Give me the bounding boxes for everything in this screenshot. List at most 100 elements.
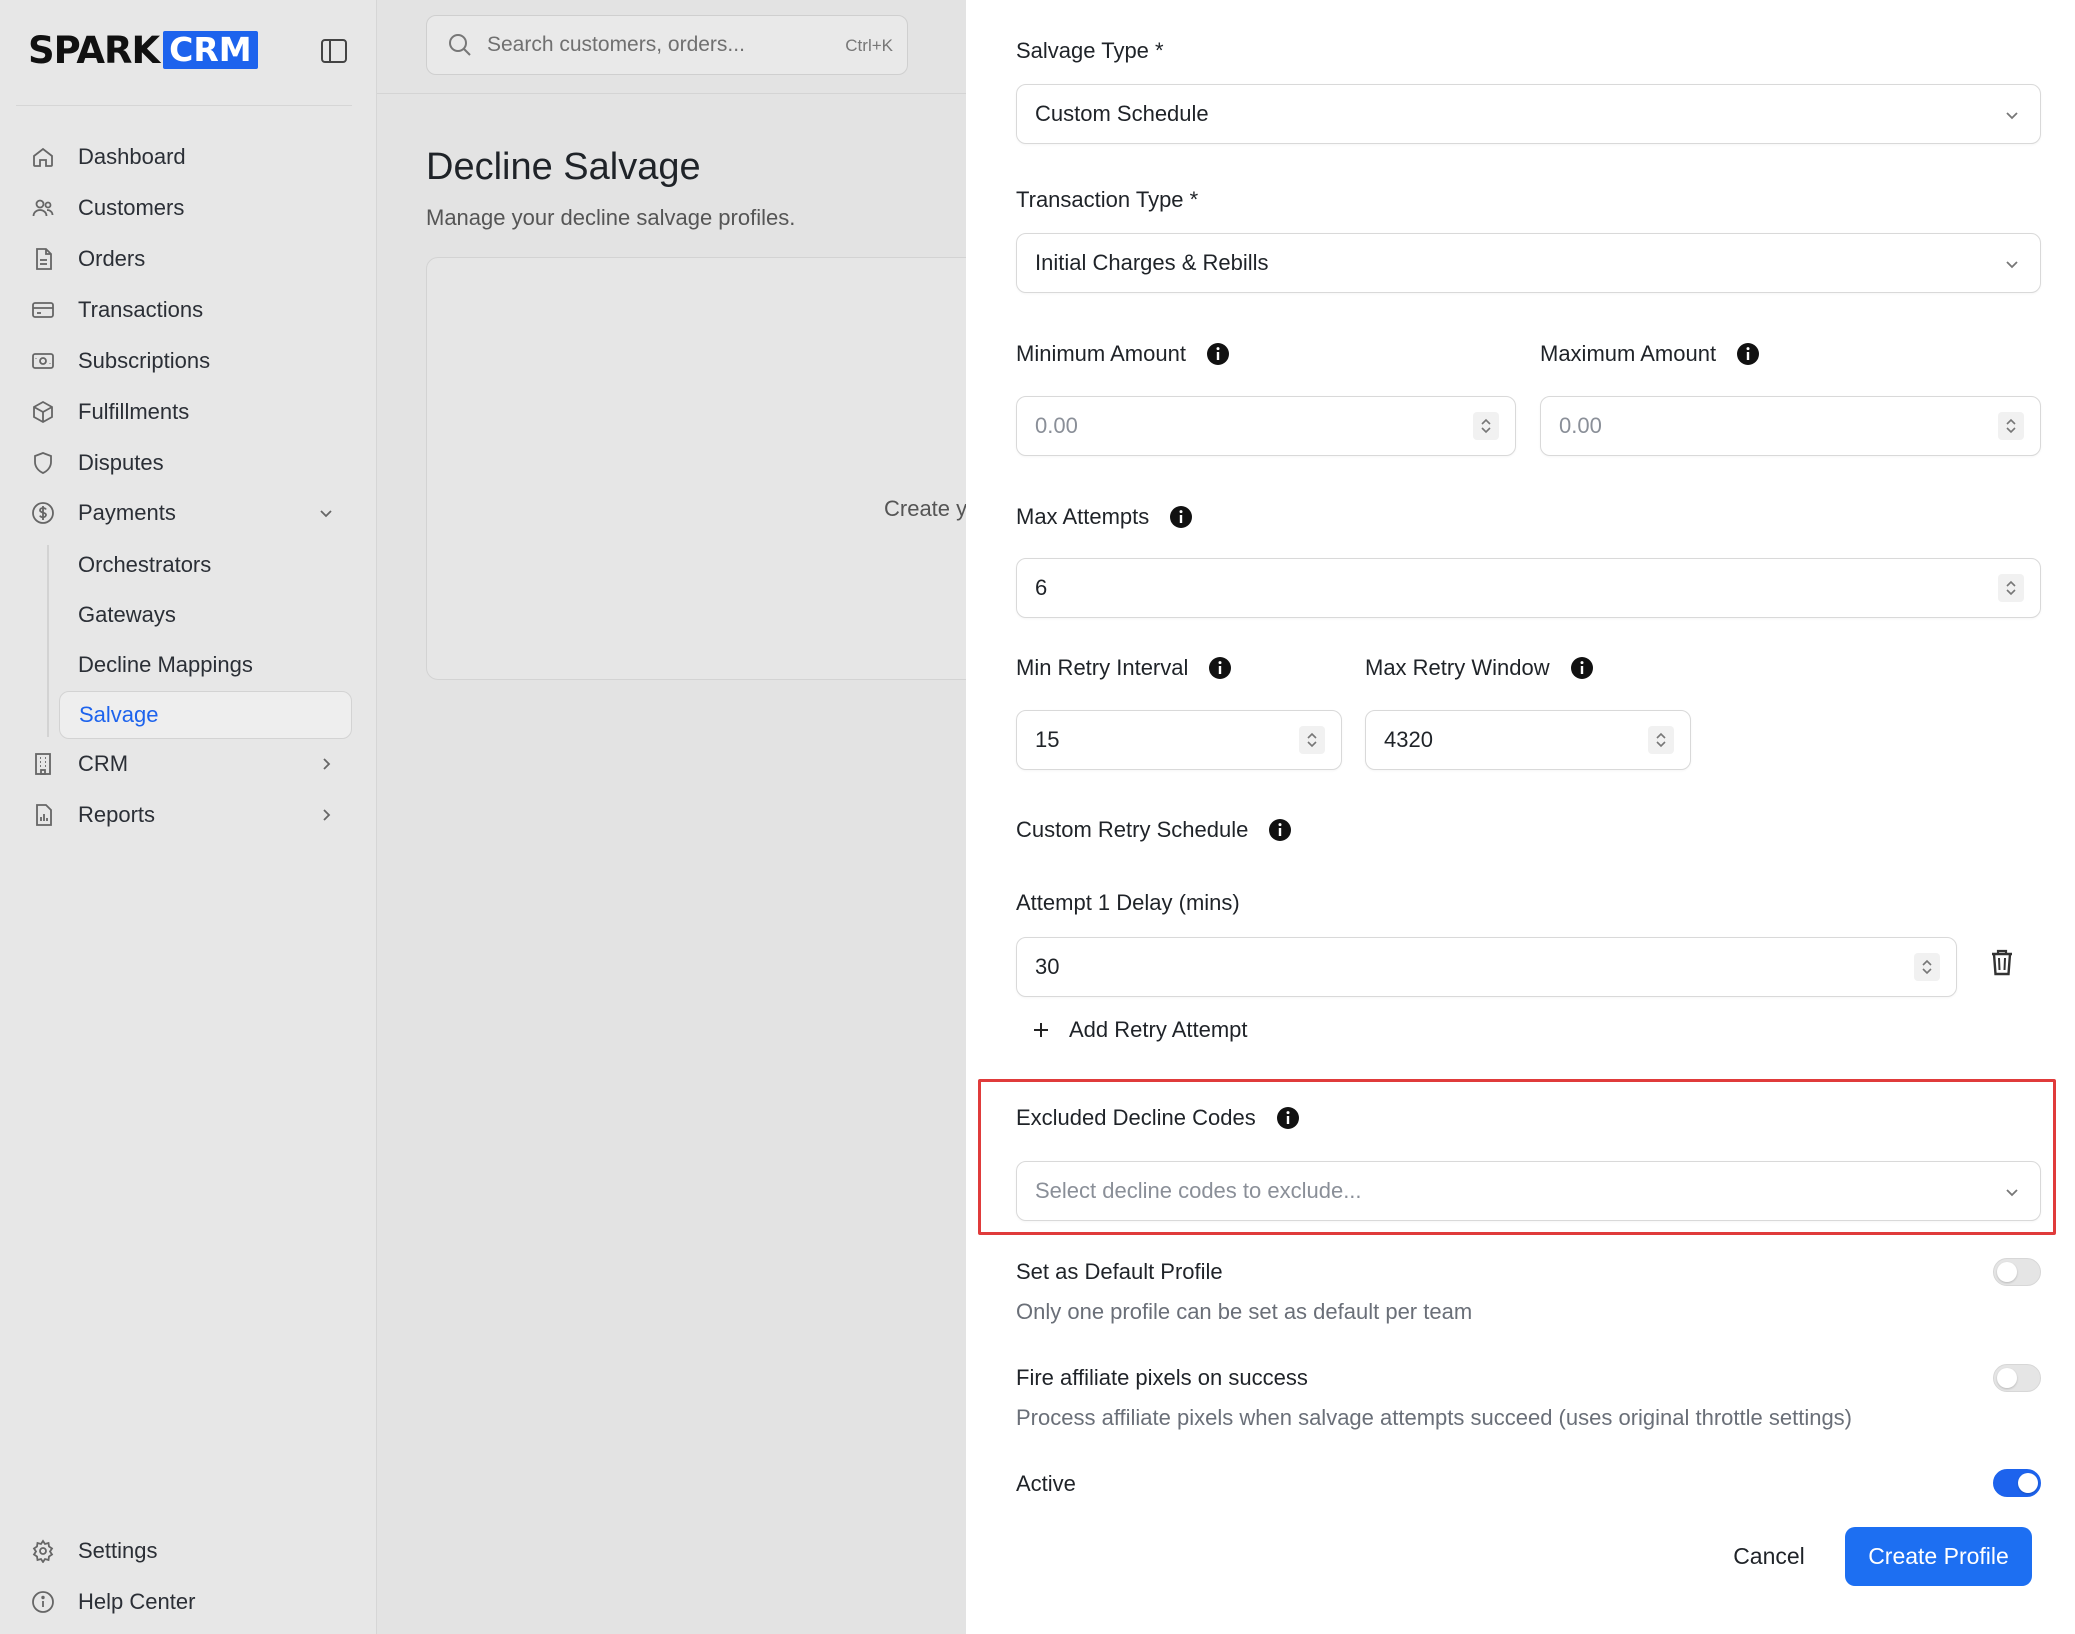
chevron-down-icon [320, 510, 332, 518]
credit-card-icon [30, 297, 56, 323]
stepper-icon[interactable] [1914, 953, 1940, 981]
stepper-icon[interactable] [1998, 574, 2024, 602]
sidebar-item-disputes[interactable]: Disputes [30, 440, 352, 486]
info-icon[interactable] [1736, 342, 1760, 366]
max-retry-window-label: Max Retry Window [1365, 655, 1594, 681]
active-label-text: Active [1016, 1471, 1076, 1496]
salvage-type-label: Salvage Type * [1016, 38, 1164, 64]
sidebar-item-gateways[interactable]: Gateways [59, 592, 352, 638]
sidebar-item-label: Gateways [78, 602, 176, 627]
sidebar-item-reports[interactable]: Reports [30, 792, 352, 838]
max-amount-label: Maximum Amount [1540, 341, 1760, 367]
default-profile-toggle[interactable] [1993, 1258, 2041, 1286]
sidebar-item-label: Fulfillments [78, 399, 190, 424]
info-icon[interactable] [1169, 505, 1193, 529]
sidebar-item-label: Dashboard [78, 144, 186, 169]
divider [16, 105, 352, 106]
fire-pixels-toggle[interactable] [1993, 1364, 2041, 1392]
sidebar-item-label: Orchestrators [78, 552, 212, 577]
excluded-decline-codes-label-text: Excluded Decline Codes [1016, 1105, 1256, 1130]
sidebar-item-subscriptions[interactable]: Subscriptions [30, 338, 352, 384]
sidebar-item-label: Salvage [79, 702, 159, 727]
sidebar: SPARK CRM Dashboard Customers Orders Tra… [0, 0, 377, 1634]
max-retry-window-input[interactable]: 4320 [1365, 710, 1691, 770]
gear-icon [30, 1538, 56, 1564]
users-icon [30, 195, 56, 221]
building-icon [30, 751, 56, 777]
max-amount-input[interactable]: 0.00 [1540, 396, 2041, 456]
sidebar-item-customers[interactable]: Customers [30, 185, 352, 231]
default-profile-label: Set as Default Profile [1016, 1259, 1223, 1285]
min-amount-label: Minimum Amount [1016, 341, 1230, 367]
search-box[interactable]: Search customers, orders... Ctrl+K [426, 15, 908, 75]
transaction-type-select[interactable]: Initial Charges & Rebills [1016, 233, 2041, 293]
search-input[interactable]: Search customers, orders... [487, 33, 745, 57]
transaction-type-value: Initial Charges & Rebills [1035, 250, 1269, 275]
sidebar-item-label: Subscriptions [78, 348, 211, 373]
sidebar-item-help-center[interactable]: Help Center [30, 1579, 352, 1625]
info-icon[interactable] [1570, 656, 1594, 680]
chevron-down-icon [2006, 261, 2018, 269]
max-retry-window-value: 4320 [1384, 727, 1433, 752]
chevron-right-icon [323, 809, 331, 821]
shield-icon [30, 450, 56, 476]
attempt-1-label-text: Attempt 1 Delay (mins) [1016, 890, 1240, 915]
page-title: Decline Salvage [426, 146, 701, 188]
fire-pixels-label: Fire affiliate pixels on success [1016, 1365, 1308, 1391]
min-retry-interval-label: Min Retry Interval [1016, 655, 1232, 681]
max-attempts-value: 6 [1035, 575, 1048, 600]
min-retry-interval-value: 15 [1035, 727, 1060, 752]
stepper-icon[interactable] [1648, 726, 1674, 754]
info-icon[interactable] [1208, 656, 1232, 680]
sidebar-item-label: Settings [78, 1538, 158, 1563]
stepper-icon[interactable] [1299, 726, 1325, 754]
transaction-type-label-text: Transaction Type * [1016, 187, 1199, 212]
cancel-button[interactable]: Cancel [1708, 1527, 1830, 1585]
sidebar-item-label: Decline Mappings [78, 652, 253, 677]
info-icon[interactable] [1206, 342, 1230, 366]
sidebar-toggle-icon[interactable] [320, 38, 348, 64]
brand-logo[interactable]: SPARK CRM [28, 29, 258, 72]
info-icon[interactable] [1268, 818, 1292, 842]
sidebar-item-label: Transactions [78, 297, 204, 322]
active-toggle[interactable] [1993, 1469, 2041, 1497]
info-icon[interactable] [1276, 1106, 1300, 1130]
sidebar-item-crm[interactable]: CRM [30, 741, 352, 787]
home-icon [30, 144, 56, 170]
submenu-line [47, 545, 49, 737]
sidebar-item-settings[interactable]: Settings [30, 1528, 352, 1574]
add-retry-attempt-button[interactable]: Add Retry Attempt [1031, 1013, 1248, 1047]
sidebar-item-transactions[interactable]: Transactions [30, 287, 352, 333]
salvage-type-label-text: Salvage Type * [1016, 38, 1164, 63]
sidebar-item-label: Reports [78, 802, 156, 827]
sidebar-item-payments[interactable]: Payments [30, 490, 352, 536]
sidebar-item-orchestrators[interactable]: Orchestrators [59, 542, 352, 588]
salvage-type-select[interactable]: Custom Schedule [1016, 84, 2041, 144]
sidebar-item-label: Payments [78, 500, 176, 525]
stepper-icon[interactable] [1473, 412, 1499, 440]
trash-icon[interactable] [1989, 947, 2015, 977]
sidebar-item-orders[interactable]: Orders [30, 236, 352, 282]
attempt-1-delay-input[interactable]: 30 [1016, 937, 1957, 997]
sidebar-item-dashboard[interactable]: Dashboard [30, 134, 352, 180]
min-retry-interval-label-text: Min Retry Interval [1016, 655, 1189, 680]
max-retry-window-label-text: Max Retry Window [1365, 655, 1550, 680]
chevron-down-icon [2006, 1189, 2018, 1197]
active-label: Active [1016, 1471, 1076, 1497]
create-profile-button[interactable]: Create Profile [1845, 1527, 2032, 1586]
attempt-1-label: Attempt 1 Delay (mins) [1016, 890, 1240, 916]
sidebar-item-label: Orders [78, 246, 146, 271]
min-retry-interval-input[interactable]: 15 [1016, 710, 1342, 770]
sidebar-item-decline-mappings[interactable]: Decline Mappings [59, 642, 352, 688]
min-amount-input[interactable]: 0.00 [1016, 396, 1516, 456]
excluded-decline-codes-select[interactable]: Select decline codes to exclude... [1016, 1161, 2041, 1221]
sidebar-item-label: Help Center [78, 1589, 196, 1614]
max-attempts-input[interactable]: 6 [1016, 558, 2041, 618]
document-icon [30, 246, 56, 272]
sidebar-item-label: Disputes [78, 450, 164, 475]
default-profile-label-text: Set as Default Profile [1016, 1259, 1223, 1284]
stepper-icon[interactable] [1998, 412, 2024, 440]
sidebar-item-salvage[interactable]: Salvage [59, 691, 352, 739]
sidebar-item-fulfillments[interactable]: Fulfillments [30, 389, 352, 435]
min-amount-label-text: Minimum Amount [1016, 341, 1186, 366]
